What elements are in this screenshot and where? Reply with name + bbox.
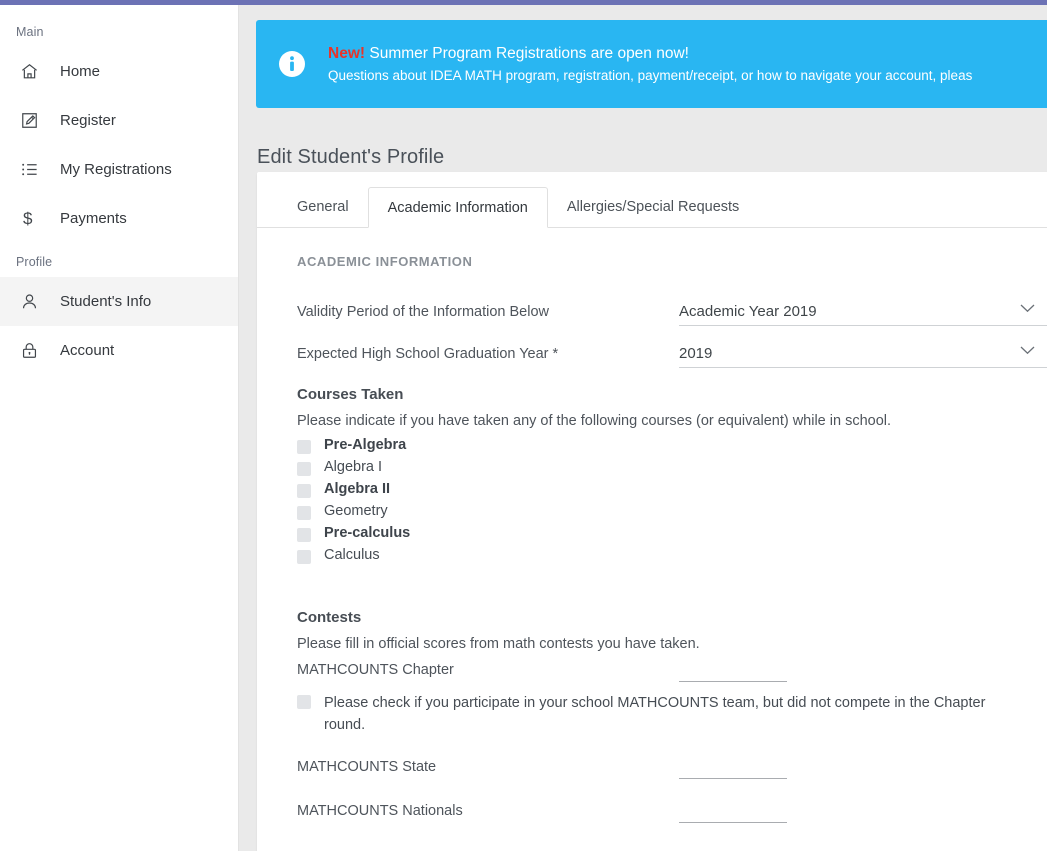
select-value: 2019 xyxy=(679,345,713,362)
banner-headline-row: New! Summer Program Registrations are op… xyxy=(328,42,972,66)
page-title: Edit Student's Profile xyxy=(257,146,445,169)
mathcounts-state-input[interactable] xyxy=(679,756,787,779)
lock-icon xyxy=(20,341,48,360)
field-graduation-year: Expected High School Graduation Year * 2… xyxy=(297,340,1047,368)
sidebar-item-my-registrations[interactable]: My Registrations xyxy=(0,145,238,194)
checkbox-icon[interactable] xyxy=(297,484,311,498)
contest-row-mathcounts-chapter: MATHCOUNTS Chapter xyxy=(297,660,1047,682)
contest-row-mathcounts-nationals: MATHCOUNTS Nationals xyxy=(297,800,1047,823)
checkbox-icon[interactable] xyxy=(297,462,311,476)
banner-new-badge: New! xyxy=(328,44,366,62)
info-circle-icon xyxy=(278,50,306,78)
dollar-icon: $ xyxy=(23,209,33,228)
validity-period-select[interactable]: Academic Year 2019 xyxy=(679,298,1047,326)
contest-label: MATHCOUNTS State xyxy=(297,758,437,775)
field-label: Validity Period of the Information Below xyxy=(297,304,550,320)
checkbox-label: Geometry xyxy=(324,503,388,519)
main-content: New! Summer Program Registrations are op… xyxy=(240,5,1047,851)
checkbox-label: Pre-calculus xyxy=(324,525,411,541)
contest-label: MATHCOUNTS Chapter xyxy=(297,662,454,678)
sidebar-section-label-main: Main xyxy=(16,25,44,39)
sidebar-item-payments[interactable]: $ Payments xyxy=(0,194,238,243)
section-caption: ACADEMIC INFORMATION xyxy=(297,254,473,269)
sidebar-item-label: My Registrations xyxy=(60,161,172,178)
checkbox-label: Algebra II xyxy=(324,481,391,497)
home-icon xyxy=(20,62,48,81)
contests-heading: Contests xyxy=(297,609,362,626)
courses-taken-heading: Courses Taken xyxy=(297,386,404,403)
top-accent-bar xyxy=(0,0,1047,5)
sidebar-item-register[interactable]: Register xyxy=(0,96,238,145)
checkbox-label: Please check if you participate in your … xyxy=(324,695,986,734)
sidebar-item-label: Student's Info xyxy=(60,293,152,310)
tab-general[interactable]: General xyxy=(278,187,368,228)
course-checkbox-pre-algebra[interactable]: Pre-Algebra xyxy=(297,437,1047,454)
checkbox-icon[interactable] xyxy=(297,440,311,454)
contest-row-mathcounts-state: MATHCOUNTS State xyxy=(297,756,1047,779)
sidebar: Main Home Register My Registrations $ Pa… xyxy=(0,5,239,851)
profile-card: General Academic Information Allergies/S… xyxy=(257,172,1047,851)
tab-academic-information[interactable]: Academic Information xyxy=(367,187,548,228)
contest-label: MATHCOUNTS Nationals xyxy=(297,802,463,819)
banner-text-block: New! Summer Program Registrations are op… xyxy=(328,42,972,87)
checkbox-icon[interactable] xyxy=(297,550,311,564)
checkbox-icon[interactable] xyxy=(297,695,311,709)
banner-body: Questions about IDEA MATH program, regis… xyxy=(328,67,973,83)
announcement-banner: New! Summer Program Registrations are op… xyxy=(256,20,1047,108)
graduation-year-select[interactable]: 2019 xyxy=(679,340,1047,368)
sidebar-item-account[interactable]: Account xyxy=(0,326,238,375)
mathcounts-nationals-input[interactable] xyxy=(679,800,787,823)
select-value: Academic Year 2019 xyxy=(679,303,817,320)
checkbox-label: Algebra I xyxy=(324,459,383,475)
sidebar-section-label-profile: Profile xyxy=(16,255,53,269)
checkbox-label: Calculus xyxy=(324,547,380,563)
mathcounts-team-no-chapter-checkbox-row[interactable]: Please check if you participate in your … xyxy=(297,692,1027,737)
sidebar-item-label: Register xyxy=(60,112,116,129)
checkbox-icon[interactable] xyxy=(297,506,311,520)
checkbox-icon[interactable] xyxy=(297,528,311,542)
sidebar-item-label: Home xyxy=(60,63,101,80)
academic-information-panel: ACADEMIC INFORMATION Validity Period of … xyxy=(257,228,1047,851)
checkbox-label: Pre-Algebra xyxy=(324,437,407,453)
mathcounts-chapter-input[interactable] xyxy=(679,660,787,682)
tab-bar: General Academic Information Allergies/S… xyxy=(257,172,1047,228)
course-checkbox-algebra-i[interactable]: Algebra I xyxy=(297,459,1047,476)
sidebar-item-label: Payments xyxy=(60,210,127,227)
courses-taken-helper: Please indicate if you have taken any of… xyxy=(297,413,892,429)
course-checkbox-pre-calculus[interactable]: Pre-calculus xyxy=(297,525,1047,542)
person-icon xyxy=(20,292,48,311)
sidebar-item-home[interactable]: Home xyxy=(0,47,238,96)
field-label: Expected High School Graduation Year * xyxy=(297,346,559,362)
app-root: Main Home Register My Registrations $ Pa… xyxy=(0,0,1047,851)
field-validity-period: Validity Period of the Information Below… xyxy=(297,298,1047,326)
chevron-down-icon xyxy=(1020,300,1035,318)
course-checkbox-calculus[interactable]: Calculus xyxy=(297,547,1047,564)
chevron-down-icon xyxy=(1020,342,1035,360)
tab-allergies-special-requests[interactable]: Allergies/Special Requests xyxy=(548,187,758,228)
contests-helper: Please fill in official scores from math… xyxy=(297,636,700,652)
course-checkbox-geometry[interactable]: Geometry xyxy=(297,503,1047,520)
sidebar-item-label: Account xyxy=(60,342,115,359)
course-checkbox-algebra-ii[interactable]: Algebra II xyxy=(297,481,1047,498)
register-pencil-icon xyxy=(20,111,48,130)
banner-headline: Summer Program Registrations are open no… xyxy=(369,44,689,62)
list-icon xyxy=(20,160,48,179)
sidebar-item-students-info[interactable]: Student's Info xyxy=(0,277,238,326)
